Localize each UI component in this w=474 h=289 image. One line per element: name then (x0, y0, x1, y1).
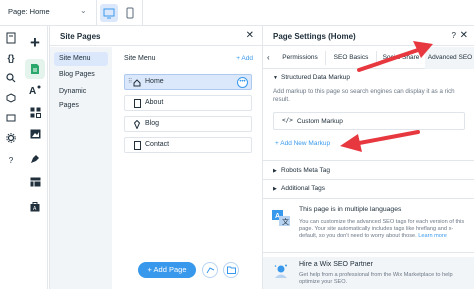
custom-markup-label: Custom Markup (297, 118, 343, 125)
help-icon[interactable]: ? (3, 152, 19, 168)
divider (263, 198, 474, 199)
desktop-icon (103, 8, 115, 18)
page-icon (133, 141, 141, 150)
media-icon[interactable] (27, 126, 43, 142)
page-selector[interactable]: Page: Home (8, 7, 50, 16)
site-pages-nav: Site Menu Blog Pages Dynamic Pages (50, 47, 112, 289)
site-pages-title: Site Pages (60, 32, 101, 41)
apps-icon[interactable] (27, 104, 43, 120)
additional-tags-section-toggle[interactable]: ▶ Additional Tags (273, 185, 325, 192)
nav-site-menu[interactable]: Site Menu (54, 52, 108, 66)
learn-more-link[interactable]: Learn more (418, 233, 447, 239)
blog-icon (133, 120, 141, 129)
close-icon[interactable]: ✕ (246, 30, 254, 41)
bag-icon[interactable]: A (27, 198, 43, 214)
page-row-blog[interactable]: Blog (124, 116, 252, 132)
mobile-icon (126, 7, 134, 19)
nav-dynamic-pages[interactable]: Dynamic Pages (54, 85, 108, 109)
search-icon[interactable] (3, 70, 19, 86)
site-pages-panel: Site Pages ✕ Site Menu Blog Pages Dynami… (49, 26, 263, 289)
drag-handle-icon[interactable]: ⠿ (128, 78, 132, 85)
translate-icon: A文 (271, 208, 291, 228)
divider (263, 160, 474, 161)
add-page-button[interactable]: + Add Page (138, 262, 196, 278)
page-settings-title: Page Settings (Home) (273, 32, 356, 41)
desktop-view-button[interactable] (100, 4, 118, 22)
divider (263, 252, 474, 253)
package-icon[interactable] (3, 90, 19, 106)
tab-permissions[interactable]: Permissions (275, 47, 325, 69)
add-folder-button[interactable] (223, 262, 239, 278)
svg-text:A: A (29, 86, 36, 96)
mobile-view-button[interactable] (121, 4, 139, 22)
multilingual-title: This page is in multiple languages (299, 206, 402, 213)
divider (96, 0, 97, 26)
page-name: Home (145, 78, 164, 85)
caret-right-icon: ▶ (273, 168, 277, 174)
section-title: Structured Data Markup (281, 74, 351, 81)
structured-data-description: Add markup to this page so search engine… (273, 88, 455, 103)
caret-right-icon: ▶ (273, 186, 277, 192)
editor-top-bar: Page: Home ⌄ (0, 0, 474, 26)
settings-gear-icon[interactable] (3, 130, 19, 146)
divider (142, 0, 143, 26)
table-icon[interactable] (27, 174, 43, 190)
annotation-arrow-tab (357, 41, 433, 72)
code-icon[interactable]: {} (3, 50, 19, 66)
partner-icon (271, 261, 291, 281)
site-pages-header: Site Pages ✕ (50, 26, 262, 46)
transition-icon (206, 266, 214, 273)
partner-text: Get help from a professional from the Wi… (299, 272, 453, 286)
page-transitions-button[interactable] (202, 262, 218, 278)
caret-down-icon: ▼ (273, 75, 278, 81)
chevron-left-icon[interactable]: ‹ (267, 53, 270, 62)
page-row-about[interactable]: About (124, 95, 252, 111)
page-name: Blog (145, 120, 160, 127)
multilingual-text: You can customize the advanced SEO tags … (299, 219, 469, 241)
pages-list-icon[interactable] (3, 30, 19, 46)
section-title: Additional Tags (281, 185, 325, 192)
page-icon (133, 99, 141, 108)
partner-title: Hire a Wix SEO Partner (299, 261, 373, 268)
left-toolbar: {} ? + A A (0, 26, 48, 289)
page-name: About (145, 99, 164, 106)
structured-data-section-toggle[interactable]: ▼ Structured Data Markup (273, 74, 350, 81)
home-page-icon (133, 78, 141, 87)
seo-partner-promo: Hire a Wix SEO Partner Get help from a p… (263, 257, 474, 289)
robots-meta-section-toggle[interactable]: ▶ Robots Meta Tag (273, 167, 330, 174)
theme-icon[interactable]: A (27, 82, 43, 98)
folder-icon (226, 266, 236, 274)
add-elements-icon[interactable]: + (26, 34, 44, 52)
annotation-arrow-add-markup (340, 130, 420, 152)
add-new-markup-link[interactable]: + Add New Markup (275, 140, 330, 147)
more-icon[interactable]: ••• (237, 77, 248, 88)
pages-menu-icon[interactable] (25, 59, 45, 79)
section-title: Robots Meta Tag (281, 167, 331, 174)
code-icon: </> (282, 117, 293, 124)
help-icon[interactable]: ? (452, 31, 456, 40)
nav-blog-pages[interactable]: Blog Pages (54, 68, 108, 82)
page-row-contact[interactable]: Contact (124, 137, 252, 153)
database-icon[interactable] (3, 110, 19, 126)
pen-icon[interactable] (27, 150, 43, 166)
multilingual-notice: A文 This page is in multiple languages Yo… (263, 202, 474, 254)
site-menu-title: Site Menu (124, 55, 156, 62)
page-row-home[interactable]: ⠿ Home ••• (124, 74, 252, 90)
add-menu-item-link[interactable]: + Add (236, 55, 253, 62)
page-name: Contact (145, 141, 170, 148)
divider (263, 179, 474, 180)
close-icon[interactable]: ✕ (460, 30, 468, 41)
site-menu-list: Site Menu + Add ⠿ Home ••• About Blog Co… (112, 47, 263, 289)
chevron-down-icon[interactable]: ⌄ (80, 6, 87, 15)
svg-text:文: 文 (282, 217, 289, 226)
